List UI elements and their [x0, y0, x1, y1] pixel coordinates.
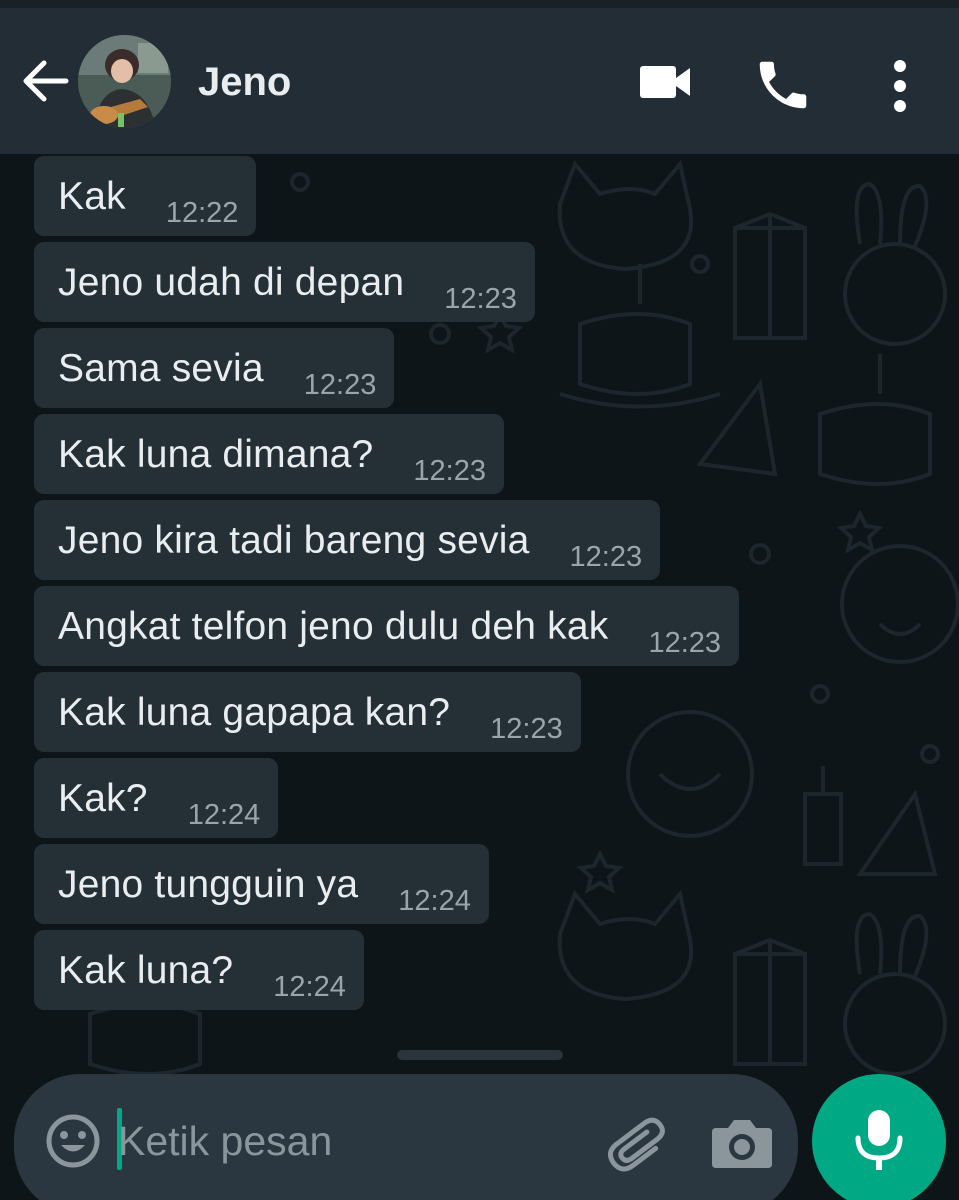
more-options-button[interactable] — [884, 56, 916, 116]
message-text: Sama sevia — [58, 347, 264, 390]
back-button[interactable] — [18, 54, 72, 108]
paperclip-icon — [607, 1117, 665, 1172]
camera-icon — [712, 1120, 772, 1168]
message-time: 12:24 — [398, 885, 471, 917]
message-text: Kak — [58, 175, 126, 218]
chat-screen: Jeno Kak 12:22 Jeno udah di depan 12:23 … — [0, 0, 959, 1200]
message-bubble[interactable]: Jeno tungguin ya 12:24 — [34, 844, 489, 924]
message-bubble[interactable]: Kak luna? 12:24 — [34, 930, 364, 1010]
emoji-button[interactable] — [44, 1112, 102, 1170]
message-time: 12:23 — [648, 627, 722, 659]
camera-button[interactable] — [710, 1114, 774, 1170]
message-text: Jeno udah di depan — [58, 261, 405, 304]
chat-header: Jeno — [0, 8, 959, 154]
phone-icon — [759, 61, 807, 109]
message-bubble[interactable]: Angkat telfon jeno dulu deh kak 12:23 — [34, 586, 740, 666]
message-text: Kak? — [58, 777, 148, 820]
message-input[interactable] — [118, 1110, 588, 1172]
message-text: Kak luna? — [58, 949, 234, 992]
attach-button[interactable] — [606, 1112, 672, 1178]
emoji-icon — [46, 1114, 100, 1168]
message-bubble[interactable]: Jeno udah di depan 12:23 — [34, 242, 535, 322]
message-time: 12:23 — [444, 283, 517, 315]
message-bubble[interactable]: Kak? 12:24 — [34, 758, 279, 838]
message-time: 12:23 — [569, 541, 643, 573]
message-bubble[interactable]: Jeno kira tadi bareng sevia 12:23 — [34, 500, 661, 580]
message-bubble[interactable]: Sama sevia 12:23 — [34, 328, 395, 408]
contact-name[interactable]: Jeno — [198, 60, 291, 105]
message-text: Kak luna gapapa kan? — [58, 691, 451, 734]
video-call-button[interactable] — [636, 56, 696, 108]
message-text: Angkat telfon jeno dulu deh kak — [58, 605, 609, 648]
arrow-left-icon — [23, 60, 69, 102]
voice-message-button[interactable] — [812, 1074, 946, 1200]
message-time: 12:24 — [187, 799, 261, 831]
more-vertical-icon — [894, 60, 906, 112]
message-time: 12:23 — [490, 713, 563, 745]
video-camera-icon — [640, 66, 690, 98]
message-bubble[interactable]: Kak 12:22 — [34, 156, 257, 236]
message-text: Jeno tungguin ya — [58, 863, 359, 906]
message-bubble[interactable]: Kak luna dimana? 12:23 — [34, 414, 504, 494]
message-bubble[interactable]: Kak luna gapapa kan? 12:23 — [34, 672, 581, 752]
message-text: Jeno kira tadi bareng sevia — [58, 519, 530, 562]
message-time: 12:23 — [303, 369, 377, 401]
message-composer — [14, 1074, 798, 1200]
scroll-indicator — [397, 1050, 563, 1060]
status-bar — [0, 0, 959, 8]
microphone-icon — [855, 1110, 903, 1170]
voice-call-button[interactable] — [752, 54, 814, 116]
message-time: 12:22 — [165, 197, 239, 229]
contact-avatar[interactable] — [78, 35, 171, 128]
message-time: 12:24 — [273, 971, 346, 1003]
avatar-photo — [78, 35, 171, 128]
chat-area[interactable]: Kak 12:22 Jeno udah di depan 12:23 Sama … — [0, 154, 959, 1200]
message-text: Kak luna dimana? — [58, 433, 374, 476]
message-time: 12:23 — [413, 455, 486, 487]
